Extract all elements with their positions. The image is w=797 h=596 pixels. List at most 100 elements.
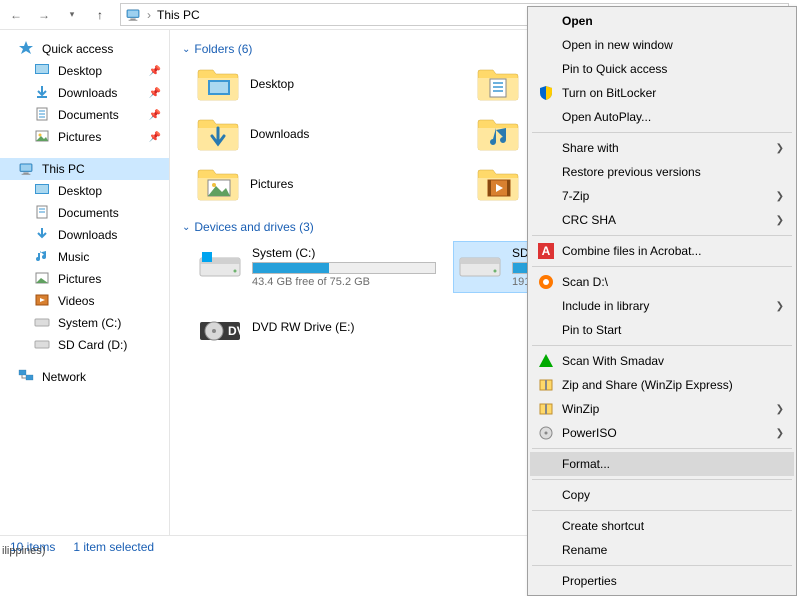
- nav-recent-dropdown[interactable]: ▾: [60, 3, 84, 27]
- context-menu-item[interactable]: Scan D:\: [530, 270, 794, 294]
- chevron-down-icon: ⌄: [182, 44, 190, 55]
- documents-icon: [34, 204, 50, 223]
- desktop-icon: [34, 62, 50, 81]
- status-selection: 1 item selected: [73, 540, 154, 554]
- folder-downloads[interactable]: Downloads: [194, 114, 444, 154]
- sidebar-item-label: Desktop: [58, 64, 102, 78]
- sidebar-quick-access[interactable]: Quick access: [0, 38, 169, 60]
- context-menu-separator: [532, 510, 792, 511]
- pictures-icon: [34, 128, 50, 147]
- context-menu-item[interactable]: Restore previous versions: [530, 160, 794, 184]
- folder-desktop[interactable]: Desktop: [194, 64, 444, 104]
- drive-dvd-e[interactable]: DVD RW Drive (E:): [194, 304, 440, 350]
- pin-icon: 📌: [149, 132, 161, 143]
- context-menu-item[interactable]: Format...: [530, 452, 794, 476]
- context-menu-item-label: Scan D:\: [562, 275, 608, 289]
- context-menu-separator: [532, 235, 792, 236]
- context-menu-item-label: WinZip: [562, 402, 599, 416]
- drive-label: System (C:): [252, 246, 436, 260]
- context-menu-separator: [532, 345, 792, 346]
- breadcrumb-location[interactable]: This PC: [157, 8, 200, 22]
- sidebar-item-documents[interactable]: Documents: [0, 202, 169, 224]
- context-menu-separator: [532, 448, 792, 449]
- context-menu-item-label: Properties: [562, 574, 617, 588]
- context-menu-item[interactable]: Open in new window: [530, 33, 794, 57]
- sidebar-quick-access-label: Quick access: [42, 42, 113, 56]
- context-menu-separator: [532, 565, 792, 566]
- section-drives-label: Devices and drives (3): [194, 220, 313, 234]
- folder-icon: [196, 116, 240, 152]
- navigation-pane: Quick access Desktop 📌 Downloads 📌 Docum…: [0, 30, 170, 535]
- folder-icon: [196, 166, 240, 202]
- nav-up-button[interactable]: ↑: [88, 3, 112, 27]
- submenu-arrow-icon: ❯: [776, 191, 784, 202]
- context-menu-item[interactable]: Properties: [530, 569, 794, 593]
- drive-icon: [198, 246, 242, 284]
- context-menu-item[interactable]: Rename: [530, 538, 794, 562]
- star-icon: [18, 40, 34, 59]
- desktop-icon: [34, 182, 50, 201]
- context-menu-item-label: Open in new window: [562, 38, 673, 52]
- context-menu-item[interactable]: PowerISO❯: [530, 421, 794, 445]
- dvd-icon: [198, 308, 242, 346]
- sidebar-network-label: Network: [42, 370, 86, 384]
- documents-icon: [34, 106, 50, 125]
- context-menu-item[interactable]: Create shortcut: [530, 514, 794, 538]
- sidebar-this-pc[interactable]: This PC: [0, 158, 169, 180]
- sidebar-item-downloads[interactable]: Downloads: [0, 224, 169, 246]
- submenu-arrow-icon: ❯: [776, 428, 784, 439]
- smadav-icon: [538, 353, 554, 369]
- sidebar-item-sdcard-d[interactable]: SD Card (D:): [0, 334, 169, 356]
- context-menu-item-label: Create shortcut: [562, 519, 644, 533]
- sidebar-item-desktop[interactable]: Desktop: [0, 180, 169, 202]
- shield-icon: [538, 85, 554, 101]
- nav-back-button[interactable]: ←: [4, 3, 28, 27]
- sidebar-item-label: Documents: [58, 108, 119, 122]
- sidebar-item-system-c[interactable]: System (C:): [0, 312, 169, 334]
- context-menu-item-label: CRC SHA: [562, 213, 616, 227]
- pin-icon: 📌: [149, 88, 161, 99]
- context-menu-item[interactable]: Zip and Share (WinZip Express): [530, 373, 794, 397]
- context-menu-item-label: Pin to Start: [562, 323, 621, 337]
- context-menu-item[interactable]: Include in library❯: [530, 294, 794, 318]
- context-menu-item[interactable]: Scan With Smadav: [530, 349, 794, 373]
- sidebar-item-videos[interactable]: Videos: [0, 290, 169, 312]
- context-menu-item-label: Restore previous versions: [562, 165, 701, 179]
- context-menu-item[interactable]: Open: [530, 9, 794, 33]
- context-menu-item-label: Format...: [562, 457, 610, 471]
- videos-icon: [34, 292, 50, 311]
- pc-icon: [18, 162, 34, 176]
- context-menu-item[interactable]: Pin to Start: [530, 318, 794, 342]
- context-menu-item[interactable]: 7-Zip ❯: [530, 184, 794, 208]
- sidebar-item-music[interactable]: Music: [0, 246, 169, 268]
- context-menu-separator: [532, 266, 792, 267]
- context-menu-item[interactable]: Turn on BitLocker: [530, 81, 794, 105]
- context-menu-item[interactable]: CRC SHA❯: [530, 208, 794, 232]
- drive-system-c[interactable]: System (C:) 43.4 GB free of 75.2 GB: [194, 242, 440, 292]
- context-menu-item[interactable]: WinZip❯: [530, 397, 794, 421]
- context-menu-separator: [532, 132, 792, 133]
- context-menu-item-label: Turn on BitLocker: [562, 86, 656, 100]
- sidebar-item-pictures[interactable]: Pictures 📌: [0, 126, 169, 148]
- context-menu-item-label: 7-Zip: [562, 189, 589, 203]
- folder-pictures[interactable]: Pictures: [194, 164, 444, 204]
- context-menu-item[interactable]: Copy: [530, 483, 794, 507]
- context-menu-item-label: Pin to Quick access: [562, 62, 667, 76]
- sidebar-network[interactable]: Network: [0, 366, 169, 388]
- sidebar-item-downloads[interactable]: Downloads 📌: [0, 82, 169, 104]
- folder-label: Downloads: [250, 127, 309, 141]
- context-menu-item[interactable]: Share with❯: [530, 136, 794, 160]
- context-menu-item[interactable]: ACombine files in Acrobat...: [530, 239, 794, 263]
- sidebar-item-pictures[interactable]: Pictures: [0, 268, 169, 290]
- context-menu-item-label: Rename: [562, 543, 607, 557]
- sidebar-item-documents[interactable]: Documents 📌: [0, 104, 169, 126]
- context-menu-item[interactable]: Open AutoPlay...: [530, 105, 794, 129]
- context-menu-item-label: Include in library: [562, 299, 649, 313]
- sidebar-item-label: Downloads: [58, 228, 117, 242]
- sidebar-item-desktop[interactable]: Desktop 📌: [0, 60, 169, 82]
- context-menu-item-label: Zip and Share (WinZip Express): [562, 378, 733, 392]
- nav-forward-button[interactable]: →: [32, 3, 56, 27]
- context-menu-item[interactable]: Pin to Quick access: [530, 57, 794, 81]
- context-menu-item-label: Share with: [562, 141, 619, 155]
- pin-icon: 📌: [149, 110, 161, 121]
